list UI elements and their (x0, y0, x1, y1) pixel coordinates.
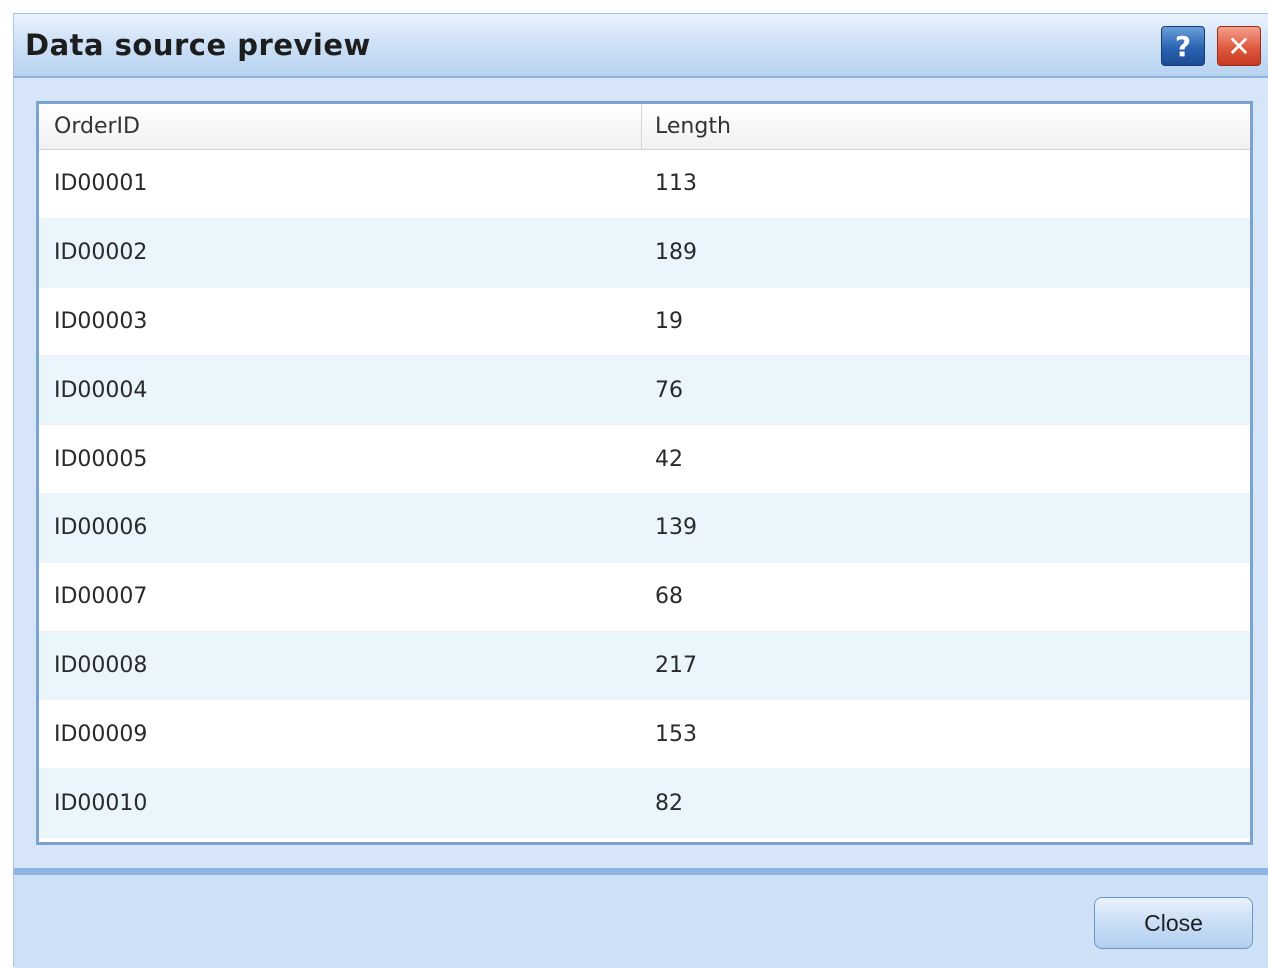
table-row[interactable]: ID00007 68 (39, 563, 1250, 632)
table-row[interactable]: ID00010 82 (39, 769, 1250, 838)
footer-separator (14, 868, 1268, 875)
table-row[interactable]: ID00003 19 (39, 288, 1250, 357)
question-mark-icon: ? (1174, 29, 1192, 63)
cell-orderid: ID00010 (54, 790, 148, 816)
cell-orderid: ID00005 (54, 446, 148, 472)
table-row[interactable]: ID00008 217 (39, 631, 1250, 701)
table-row[interactable]: ID00004 76 (39, 356, 1250, 426)
cell-length: 113 (655, 171, 697, 197)
column-header-orderid[interactable]: OrderID (39, 104, 642, 149)
cell-orderid: ID00006 (54, 515, 148, 541)
cell-length: 68 (655, 584, 683, 610)
help-button[interactable]: ? (1161, 26, 1205, 66)
cell-length: 76 (655, 377, 683, 403)
cell-orderid: ID00004 (54, 377, 148, 403)
cell-length: 139 (655, 515, 697, 541)
column-header-length[interactable]: Length (642, 104, 1250, 149)
close-icon: ✕ (1227, 29, 1251, 63)
dialog-title: Data source preview (25, 28, 371, 62)
cell-length: 217 (655, 652, 697, 678)
cell-length: 82 (655, 790, 683, 816)
table-row[interactable]: ID00009 153 (39, 700, 1250, 770)
grid-body: ID00001 113 ID00002 189 ID00003 19 ID00004 76 ID… (39, 150, 1250, 838)
cell-orderid: ID00009 (54, 721, 148, 747)
close-window-button[interactable]: ✕ (1217, 26, 1261, 66)
dialog-footer (14, 875, 1268, 968)
cell-length: 19 (655, 308, 683, 334)
cell-length: 153 (655, 721, 697, 747)
cell-length: 42 (655, 446, 683, 472)
cell-length: 189 (655, 240, 697, 266)
data-source-preview-dialog: Data source preview ? ✕ OrderID Length I… (13, 13, 1268, 968)
close-button[interactable]: Close (1094, 897, 1253, 949)
cell-orderid: ID00007 (54, 584, 148, 610)
cell-orderid: ID00001 (54, 171, 148, 197)
table-row[interactable]: ID00001 113 (39, 150, 1250, 219)
data-grid: OrderID Length ID00001 113 ID00002 189 ID000… (36, 101, 1253, 845)
grid-header: OrderID Length (39, 104, 1250, 150)
cell-orderid: ID00003 (54, 308, 148, 334)
cell-orderid: ID00002 (54, 240, 148, 266)
table-row[interactable]: ID00006 139 (39, 493, 1250, 563)
title-bar: Data source preview ? ✕ (14, 14, 1268, 78)
table-row[interactable]: ID00002 189 (39, 218, 1250, 288)
table-row[interactable]: ID00005 42 (39, 425, 1250, 494)
cell-orderid: ID00008 (54, 652, 148, 678)
